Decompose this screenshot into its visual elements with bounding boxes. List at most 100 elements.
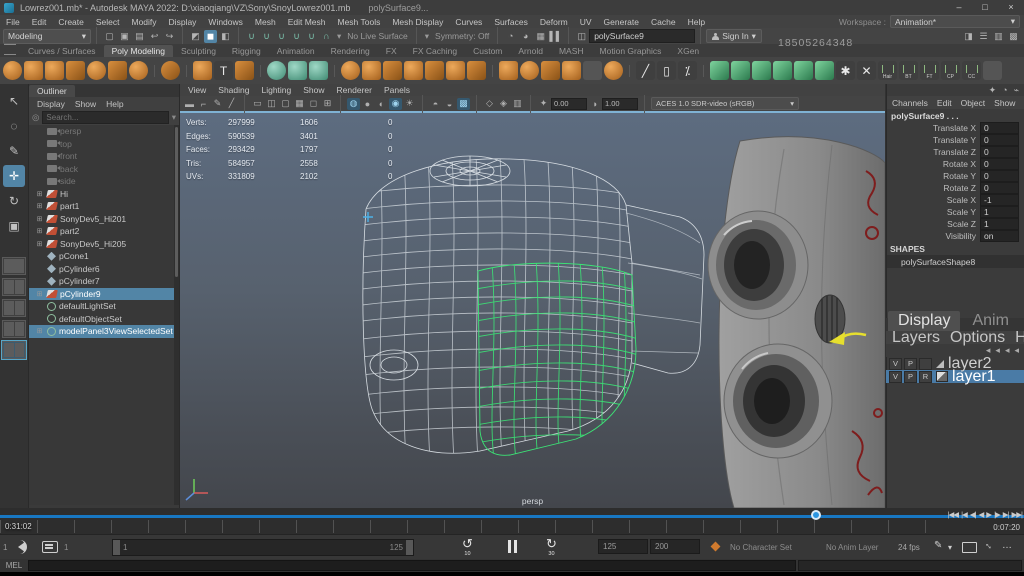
paint-select-tool-icon[interactable]: ✎ — [3, 140, 25, 162]
move-tool-icon[interactable]: ✛ — [3, 165, 25, 187]
menu-select[interactable]: Select — [90, 17, 126, 27]
layer-menu-layers[interactable]: Layers — [892, 329, 940, 347]
close-button[interactable]: × — [998, 0, 1024, 15]
snap-align-icon[interactable] — [288, 61, 307, 80]
pause-button[interactable] — [508, 540, 520, 553]
xray-icon[interactable]: ◈ — [497, 98, 510, 110]
circularize-icon[interactable] — [604, 61, 623, 80]
pencil-curve-icon[interactable]: ⁒ — [678, 61, 697, 80]
playhead-handle[interactable] — [811, 510, 821, 520]
poly-plane-icon[interactable] — [108, 61, 127, 80]
outliner-item-hi[interactable]: ⊞Hi — [29, 188, 179, 201]
xgen-cc-icon[interactable]: CC — [962, 61, 981, 80]
captions-icon[interactable] — [42, 541, 58, 553]
skip-back-10-button[interactable]: ↺10 — [462, 538, 473, 560]
shrink-view-icon[interactable]: ↔ — [982, 538, 997, 553]
asset-icon[interactable]: ◔ — [1002, 85, 1007, 95]
multisample-icon[interactable]: ▩ — [457, 98, 470, 110]
shelf-tab-sculpting[interactable]: Sculpting — [173, 45, 224, 57]
snap-to-plane-icon[interactable]: ∪ — [290, 30, 303, 43]
select-hierarchy-icon[interactable]: ◩ — [189, 30, 202, 43]
poly-sphere-icon[interactable] — [3, 61, 22, 80]
skip-forward-30-button[interactable]: ↻30 — [546, 538, 557, 560]
outliner-menu-help[interactable]: Help — [106, 99, 123, 109]
wireframe-on-shaded-icon[interactable]: ◉ — [389, 98, 402, 110]
delete-vertex-icon[interactable]: ✕ — [857, 61, 876, 80]
poly-disc-icon[interactable] — [129, 61, 148, 80]
append-polygon-icon[interactable] — [710, 61, 729, 80]
play-forwards-button[interactable]: ▶ — [986, 510, 991, 519]
go-to-start-button[interactable]: |◀◀ — [948, 510, 958, 519]
set-key-icon[interactable] — [711, 542, 721, 552]
pause-viewport-icon[interactable]: ▌▌ — [549, 30, 562, 43]
outliner-item-part1[interactable]: ⊞part1 — [29, 200, 179, 213]
expand-icon[interactable]: ⊞ — [35, 227, 44, 235]
live-surface-label[interactable]: No Live Surface — [347, 31, 407, 41]
layout-single-pane-icon[interactable] — [2, 257, 26, 275]
make-live-icon[interactable]: ∩ — [320, 30, 333, 43]
type-text-icon[interactable]: T — [214, 61, 233, 80]
menu-create[interactable]: Create — [52, 17, 90, 27]
camera-attributes-icon[interactable]: ✎ — [211, 98, 224, 110]
auto-key-icon[interactable]: ✎ — [934, 540, 942, 551]
menu-curves[interactable]: Curves — [449, 17, 488, 27]
shadows-icon[interactable]: ◓ — [429, 98, 442, 110]
outliner-item-pcylinder9[interactable]: ⊞pCylinder9 — [29, 288, 179, 301]
outliner-item-pcylinder6[interactable]: pCylinder6 — [29, 263, 179, 276]
playback-start-field[interactable]: 125 — [598, 539, 648, 554]
shaded-mode-icon[interactable]: ● — [361, 98, 374, 110]
multi-cut-icon[interactable] — [815, 61, 834, 80]
redo-icon[interactable]: ↪ — [163, 30, 176, 43]
step-fwd-key-button[interactable]: |▶ — [994, 510, 1000, 519]
maximize-button[interactable]: □ — [972, 0, 998, 15]
menu-windows[interactable]: Windows — [202, 17, 248, 27]
viewport-menu-renderer[interactable]: Renderer — [337, 85, 372, 95]
snap-to-viewplane-icon[interactable]: ∪ — [305, 30, 318, 43]
new-empty-layer-icon[interactable]: ◂ — [1005, 345, 1010, 356]
sign-in-button[interactable]: Sign In ▾ — [706, 29, 762, 43]
snap-to-point-icon[interactable]: ∪ — [275, 30, 288, 43]
viewport-canvas[interactable]: Verts:29799916060 Edges:59053934010 Face… — [180, 113, 885, 508]
outliner-search-input[interactable] — [42, 111, 168, 124]
channel-box-icon[interactable]: ▥ — [992, 30, 1005, 43]
lasso-tool-icon[interactable]: ◌ — [3, 115, 25, 137]
ao-icon[interactable]: ◒ — [443, 98, 456, 110]
playback-end-field[interactable]: 200 — [650, 539, 700, 554]
chevron-down-icon[interactable]: ▾ — [948, 543, 952, 552]
xgen-cp-icon[interactable]: CP — [941, 61, 960, 80]
new-scene-icon[interactable]: ▢ — [103, 30, 116, 43]
joints-xray-icon[interactable]: ▥ — [511, 98, 524, 110]
outliner-menu-show[interactable]: Show — [75, 99, 96, 109]
menu-deform[interactable]: Deform — [534, 17, 574, 27]
fps-label[interactable]: 24 fps — [898, 543, 920, 552]
extrude-icon[interactable] — [499, 61, 518, 80]
outliner-item-sonydev5-hi201[interactable]: ⊞SonyDev5_Hi201 — [29, 213, 179, 226]
shelf-menu-icon[interactable] — [4, 44, 16, 55]
smooth-icon[interactable] — [446, 61, 465, 80]
channelbox-menu-channels[interactable]: Channels — [892, 98, 928, 108]
lock-camera-icon[interactable]: ⌐ — [197, 98, 210, 110]
outliner-item-front[interactable]: front — [29, 150, 179, 163]
layer-color-icon[interactable] — [936, 360, 944, 368]
layout-two-pane-icon[interactable] — [2, 299, 26, 317]
channelbox-menu-edit[interactable]: Edit — [937, 98, 952, 108]
merge-vertices-icon[interactable] — [752, 61, 771, 80]
attribute-row[interactable]: Translate X0 — [887, 122, 1024, 134]
go-to-end-button[interactable]: ▶▶| — [1012, 510, 1022, 519]
character-set-icon[interactable]: ✦ — [989, 85, 997, 96]
xgen-hair-icon[interactable]: Hair — [878, 61, 897, 80]
gamma-field[interactable] — [602, 98, 638, 110]
outliner-item-top[interactable]: top — [29, 138, 179, 151]
render-icon[interactable]: ◔ — [504, 30, 517, 43]
wireframe-model[interactable] — [362, 156, 704, 461]
layer-playback-toggle[interactable]: P — [904, 371, 917, 383]
command-language-label[interactable]: MEL — [0, 561, 28, 570]
outliner-item-side[interactable]: side — [29, 175, 179, 188]
command-input[interactable] — [28, 560, 796, 571]
anim-layer-menu[interactable]: No Anim Layer — [826, 543, 878, 552]
wireframe-mode-icon[interactable]: ◍ — [347, 98, 360, 110]
delete-edge-icon[interactable]: ✱ — [836, 61, 855, 80]
minimize-button[interactable]: – — [946, 0, 972, 15]
menu-set-select[interactable]: Modeling ▾ — [3, 29, 91, 44]
gamma-icon[interactable]: ◑ — [588, 98, 601, 110]
